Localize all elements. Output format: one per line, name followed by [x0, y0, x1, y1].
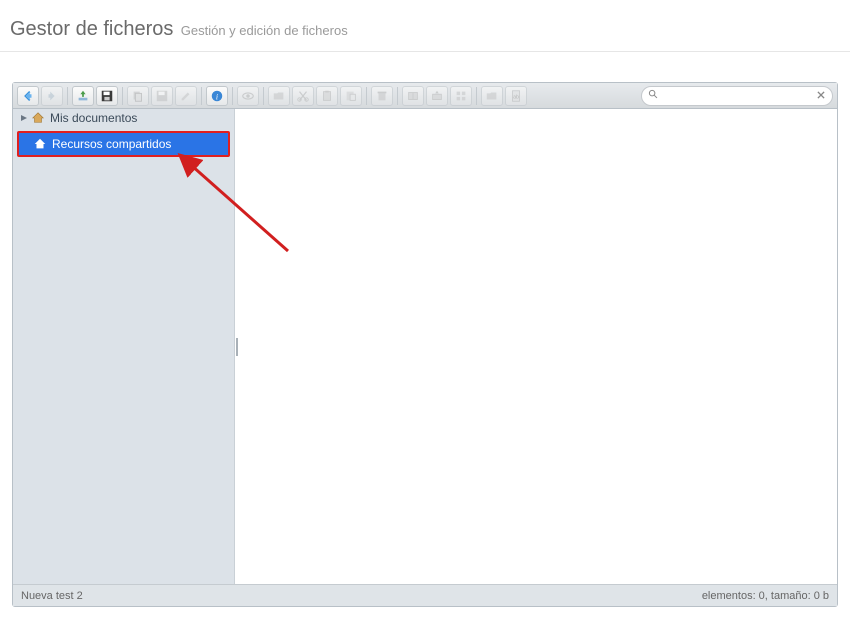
eye-icon: [241, 89, 255, 103]
pane-splitter[interactable]: [234, 109, 240, 584]
save-button[interactable]: [151, 86, 173, 106]
save-icon: [155, 89, 169, 103]
preview-button[interactable]: [237, 86, 259, 106]
new-folder-button[interactable]: [481, 86, 503, 106]
status-bar: Nueva test 2 elementos: 0, tamaño: 0 b: [13, 584, 837, 606]
upload-icon: [76, 89, 90, 103]
home-icon: [31, 111, 45, 125]
grid-icon: [454, 89, 468, 103]
archive-icon: [406, 89, 420, 103]
tree-item-mis-documentos[interactable]: Mis documentos: [13, 109, 234, 127]
upload-button[interactable]: [72, 86, 94, 106]
compress-button[interactable]: [402, 86, 424, 106]
tree-item-label: Mis documentos: [47, 111, 137, 125]
open-button[interactable]: [268, 86, 290, 106]
new-file-button[interactable]: ab: [505, 86, 527, 106]
page-header: Gestor de ficheros Gestión y edición de …: [0, 0, 850, 52]
copyfile-button[interactable]: [127, 86, 149, 106]
file-list: [235, 109, 837, 584]
page-title: Gestor de ficheros: [10, 18, 173, 40]
status-summary: elementos: 0, tamaño: 0 b: [702, 590, 829, 602]
forward-button[interactable]: [41, 86, 63, 106]
edit-button[interactable]: [175, 86, 197, 106]
copy-file-icon: [131, 89, 145, 103]
arrow-left-icon: [21, 89, 35, 103]
arrow-right-icon: [45, 89, 59, 103]
svg-text:ab: ab: [513, 94, 519, 100]
home-icon: [33, 137, 47, 151]
file-icon: ab: [509, 89, 523, 103]
info-button[interactable]: i: [206, 86, 228, 106]
cut-button[interactable]: [292, 86, 314, 106]
scissors-icon: [296, 89, 310, 103]
page-subtitle: Gestión y edición de ficheros: [181, 23, 348, 38]
file-manager-panel: i: [12, 82, 838, 607]
search-input[interactable]: [664, 89, 812, 103]
file-manager-body: Mis documentos Recursos compartidos: [13, 109, 837, 584]
svg-text:i: i: [216, 92, 218, 101]
tree-item-label: Recursos compartidos: [49, 137, 171, 151]
delete-button[interactable]: [371, 86, 393, 106]
copy-button[interactable]: [316, 86, 338, 106]
clipboard-icon: [320, 89, 334, 103]
floppy-icon: [100, 89, 114, 103]
paste-icon: [344, 89, 358, 103]
pencil-icon: [179, 89, 193, 103]
toolbar: i: [13, 83, 837, 109]
download-button[interactable]: [96, 86, 118, 106]
extract-button[interactable]: [426, 86, 448, 106]
info-icon: i: [210, 89, 224, 103]
folder-tree: Mis documentos Recursos compartidos: [13, 109, 235, 584]
trash-icon: [375, 89, 389, 103]
expand-icon[interactable]: [19, 113, 29, 123]
close-icon: [816, 90, 826, 100]
status-path: Nueva test 2: [21, 590, 83, 602]
back-button[interactable]: [17, 86, 39, 106]
paste-button[interactable]: [340, 86, 362, 106]
folder-icon: [485, 89, 499, 103]
search-box[interactable]: [641, 86, 833, 106]
folder-open-icon: [272, 89, 286, 103]
extract-icon: [430, 89, 444, 103]
tree-item-recursos-compartidos[interactable]: Recursos compartidos: [17, 131, 230, 157]
clear-search-button[interactable]: [816, 89, 826, 103]
select-all-button[interactable]: [450, 86, 472, 106]
magnifier-icon: [648, 89, 659, 103]
